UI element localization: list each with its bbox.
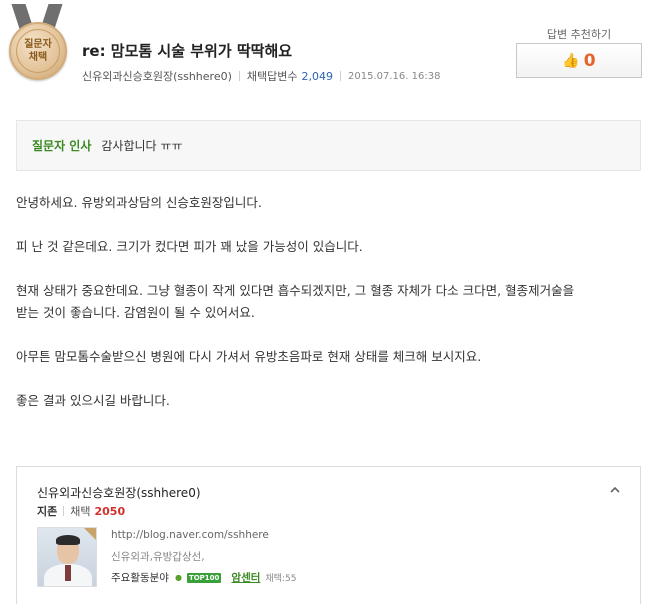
- author-link[interactable]: 신유외과신승호원장(sshhere0): [82, 68, 232, 84]
- answer-paragraph: 현재 상태가 중요한데요. 그냥 혈종이 작게 있다면 흡수되겠지만, 그 혈종…: [16, 283, 575, 298]
- answer-date: 2015.07.16. 16:38: [348, 70, 441, 82]
- chevron-up-icon[interactable]: [608, 483, 622, 497]
- answer-paragraph: 안녕하세요. 유방외과상담의 신승호원장입니다.: [16, 195, 262, 210]
- profile-adopt-count: 2050: [94, 504, 126, 518]
- recommend-button[interactable]: 👍 0: [516, 43, 642, 78]
- activity-area-row: 주요활동분야 ● TOP100 암센터 채택:55: [111, 570, 296, 585]
- adopted-medal-icon: 질문자 채택: [8, 4, 68, 86]
- medal-line1: 질문자: [24, 39, 52, 50]
- answer-meta: 신유외과신승호원장(sshhere0) 채택답변수 2,049 2015.07.…: [82, 68, 440, 84]
- profile-photo[interactable]: [37, 527, 97, 587]
- greeting-text: 감사합니다 ㅠㅠ: [101, 139, 183, 153]
- profile-specialty: 신유외과,유방갑상선,: [111, 551, 205, 563]
- thumbs-up-icon: 👍: [562, 52, 580, 69]
- profile-grade-row: 지존 채택 2050: [37, 503, 125, 519]
- badge-corner-icon: [84, 528, 96, 540]
- top100-badge: TOP100: [186, 572, 222, 583]
- answer-paragraph: 좋은 결과 있으시길 바랍니다.: [16, 393, 170, 408]
- blog-link[interactable]: http://blog.naver.com/sshhere: [111, 529, 269, 541]
- answer-paragraph: 피 난 것 같은데요. 크기가 컸다면 피가 꽤 났을 가능성이 있습니다.: [16, 239, 363, 254]
- activity-area-label: 주요활동분야: [111, 572, 169, 584]
- divider: [238, 71, 240, 81]
- answer-paragraph: 아무튼 맘모톰수술받으신 병원에 다시 가셔서 유방초음파로 현재 상태를 체크…: [16, 349, 482, 364]
- greeting-label: 질문자 인사: [32, 139, 92, 153]
- answer-paragraph: 받는 것이 좋습니다. 감염원이 될 수 있어서요.: [16, 305, 255, 320]
- activity-field-count: 채택:55: [265, 574, 297, 584]
- questioner-greeting: 질문자 인사 감사합니다 ㅠㅠ: [16, 120, 641, 171]
- answer-body: 안녕하세요. 유방외과상담의 신승호원장입니다. 피 난 것 같은데요. 크기가…: [16, 192, 640, 412]
- adopt-count-label: 채택답변수: [246, 70, 298, 83]
- bullet-icon: ●: [174, 573, 182, 582]
- question-header: 질문자 채택 re: 맘모톰 시술 부위가 딱딱해요 신유외과신승호원장(ssh…: [0, 0, 648, 100]
- recommend-count: 0: [583, 50, 596, 71]
- adopt-count: 2,049: [301, 69, 334, 83]
- profile-adopt-label: 채택: [70, 505, 91, 518]
- answer-title: re: 맘모톰 시술 부위가 딱딱해요: [82, 42, 293, 60]
- profile-grade: 지존: [37, 505, 58, 518]
- profile-name[interactable]: 신유외과신승호원장(sshhere0): [37, 484, 201, 501]
- activity-field-link[interactable]: 암센터: [231, 570, 260, 585]
- divider: [340, 71, 341, 81]
- recommend-label: 답변 추천하기: [546, 28, 612, 41]
- answerer-profile-card: 신유외과신승호원장(sshhere0) 지존 채택 2050 http://bl…: [16, 466, 641, 604]
- medal-line2: 채택: [28, 52, 48, 63]
- divider: [63, 506, 65, 516]
